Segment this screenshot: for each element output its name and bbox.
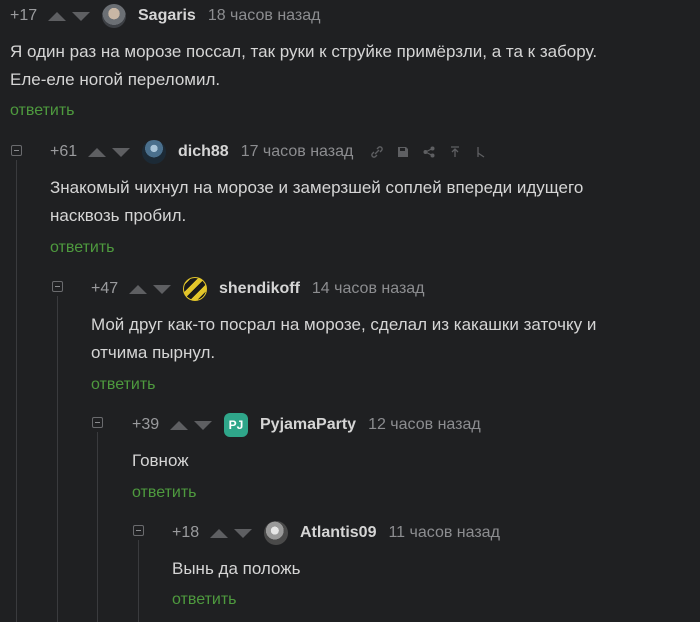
share-icon[interactable] [423,146,435,158]
comment-header: +61 dich88 17 часов назад [50,138,487,166]
rating: +47 [91,280,119,297]
comment-header: +47 shendikoff 14 часов назад [91,275,425,303]
pj-logo-avatar[interactable]: PJ [224,413,248,437]
reply-link[interactable]: ответить [50,239,115,257]
thread-line [57,296,58,622]
pj-logo-text: PJ [228,418,244,432]
downvote-icon[interactable] [72,11,90,21]
author-name[interactable]: dich88 [178,143,229,161]
author-name[interactable]: Atlantis09 [300,524,376,542]
upvote-icon[interactable] [48,11,66,21]
collapse-button[interactable] [133,525,144,536]
downvote-icon[interactable] [153,284,171,294]
comment-header: +18 Atlantis09 11 часов назад [172,519,500,547]
upvote-icon[interactable] [88,147,106,157]
rating: +39 [132,416,160,433]
rating: +61 [50,143,78,160]
branch-icon[interactable] [475,146,487,158]
upvote-icon[interactable] [129,284,147,294]
thread-line [97,432,98,622]
comment-text: Мой друг как-то посрал на морозе, сделал… [91,315,597,362]
thread-line [138,540,139,622]
timestamp[interactable]: 17 часов назад [241,143,354,161]
reply-link[interactable]: ответить [132,484,197,502]
striped-avatar-icon[interactable] [183,277,207,301]
downvote-icon[interactable] [234,528,252,538]
comment-header: +39 PJ PyjamaParty 12 часов назад [132,411,481,439]
downvote-icon[interactable] [112,147,130,157]
collapse-button[interactable] [52,281,63,292]
link-icon[interactable] [371,146,384,158]
reply-link[interactable]: ответить [10,102,75,120]
timestamp[interactable]: 11 часов назад [388,524,499,542]
thread-line [16,160,17,622]
comment-toolbar [371,146,487,158]
save-icon[interactable] [397,146,409,158]
comment-text: Знакомый чихнул на морозе и замерзшей со… [50,178,584,225]
reply-link[interactable]: ответить [172,591,237,609]
upvote-icon[interactable] [210,528,228,538]
photo-avatar-icon[interactable] [102,4,126,28]
timestamp[interactable]: 14 часов назад [312,280,425,298]
scroll-up-icon[interactable] [449,146,461,158]
timestamp[interactable]: 18 часов назад [208,7,321,25]
collapse-button[interactable] [92,417,103,428]
author-name[interactable]: Sagaris [138,7,196,25]
comment-text: Вынь да положь [172,559,301,578]
comment-text: Я один раз на морозе поссал, так руки к … [10,42,598,89]
collapse-button[interactable] [11,145,22,156]
reply-link[interactable]: ответить [91,376,156,394]
bw-photo-avatar-icon[interactable] [264,521,288,545]
author-name[interactable]: PyjamaParty [260,416,356,434]
robot-avatar-icon[interactable] [142,140,166,164]
upvote-icon[interactable] [170,420,188,430]
rating: +17 [10,7,38,24]
author-name[interactable]: shendikoff [219,280,300,298]
timestamp[interactable]: 12 часов назад [368,416,481,434]
rating: +18 [172,524,200,541]
downvote-icon[interactable] [194,420,212,430]
comment-header: +17 Sagaris 18 часов назад [10,2,320,30]
comment-text: Говнож [132,451,189,470]
